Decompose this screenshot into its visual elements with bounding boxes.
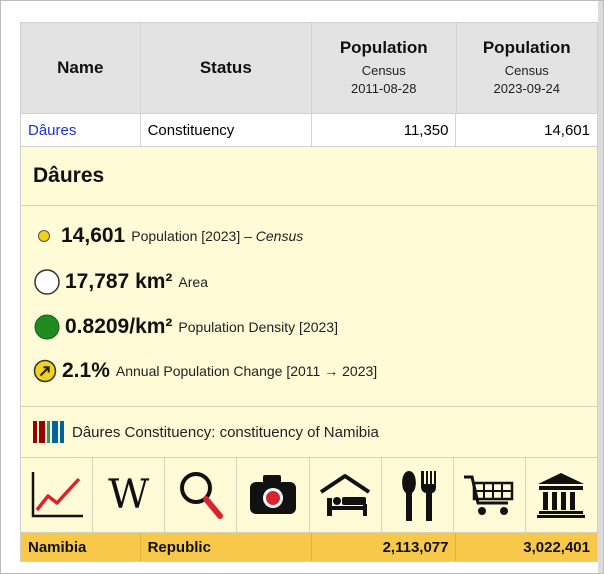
footer-status: Republic	[141, 533, 312, 561]
header-pop-title: Population	[482, 38, 571, 57]
bed-icon[interactable]	[310, 458, 382, 532]
table-header: Name Status Population Census 2011-08-28…	[21, 23, 597, 114]
stat-value: 17,787 km²	[65, 270, 173, 293]
header-population-2023[interactable]: Population Census 2023-09-24	[457, 23, 598, 113]
wikidata-link[interactable]: Dâures Constituency: constituency of Nam…	[21, 407, 597, 458]
row-population-2011: 11,350	[312, 114, 457, 146]
table-row: Dâures Constituency 11,350 14,601	[21, 114, 597, 147]
header-pop-date: 2023-09-24	[493, 81, 561, 96]
stat-value: 2.1%	[62, 359, 110, 382]
stat-label: Area	[178, 274, 208, 290]
stat-population-change: 2.1% Annual Population Change [2011 → 20…	[33, 359, 377, 383]
wikipedia-icon[interactable]: W	[93, 458, 166, 532]
search-icon[interactable]	[165, 458, 238, 532]
restaurant-icon[interactable]	[382, 458, 454, 532]
header-status-label: Status	[199, 58, 252, 77]
header-pop-source: Census	[361, 63, 406, 78]
footer-population-2023: 3,022,401	[523, 538, 590, 556]
detail-panel: Dâures 14,601 Population [2023] – Census…	[21, 147, 597, 533]
camera-icon[interactable]	[237, 458, 310, 532]
growth-arrow-icon	[33, 359, 57, 383]
stat-label: Population Density [2023]	[178, 319, 338, 335]
density-dot-icon	[34, 314, 60, 340]
header-name-label: Name	[57, 58, 104, 77]
header-pop-date: 2011-08-28	[350, 81, 417, 96]
header-status[interactable]: Status	[141, 23, 312, 113]
header-name[interactable]: Name	[21, 23, 141, 113]
header-population-2011[interactable]: Population Census 2011-08-28	[312, 23, 457, 113]
stats-list: 14,601 Population [2023] – Census 17,787…	[21, 206, 597, 407]
shopping-cart-icon[interactable]	[454, 458, 526, 532]
population-table: Name Status Population Census 2011-08-28…	[20, 22, 598, 562]
footer-population-2011: 2,113,077	[312, 533, 457, 561]
stat-value: 14,601	[61, 224, 126, 247]
stat-density: 0.8209/km² Population Density [2023]	[33, 313, 338, 341]
chart-line-icon[interactable]	[21, 458, 94, 532]
icon-toolbar: W	[21, 458, 597, 533]
stat-value: 0.8209/km²	[65, 315, 173, 338]
wikidata-logo-icon	[33, 421, 64, 443]
stat-label: Population [2023] – Census	[131, 228, 304, 244]
shadow-edge	[598, 1, 603, 573]
header-pop-title: Population	[339, 38, 428, 57]
population-dot-icon	[38, 230, 50, 242]
header-pop-source: Census	[504, 63, 549, 78]
stat-label: Annual Population Change [2011 → 2023]	[115, 363, 378, 379]
stat-area: 17,787 km² Area	[33, 268, 208, 296]
row-population-2023: 14,601	[544, 121, 590, 139]
footer-row: Namibia Republic 2,113,077 3,022,401	[21, 533, 597, 561]
museum-icon[interactable]	[526, 458, 597, 532]
panel-title: Dâures	[21, 147, 597, 206]
area-circle-icon	[34, 269, 60, 295]
row-status: Constituency	[141, 114, 312, 146]
wikidata-description: Dâures Constituency: constituency of Nam…	[72, 423, 379, 441]
row-name-link[interactable]: Dâures	[21, 114, 141, 146]
footer-country[interactable]: Namibia	[21, 533, 141, 561]
stat-population: 14,601 Population [2023] – Census	[33, 224, 303, 248]
